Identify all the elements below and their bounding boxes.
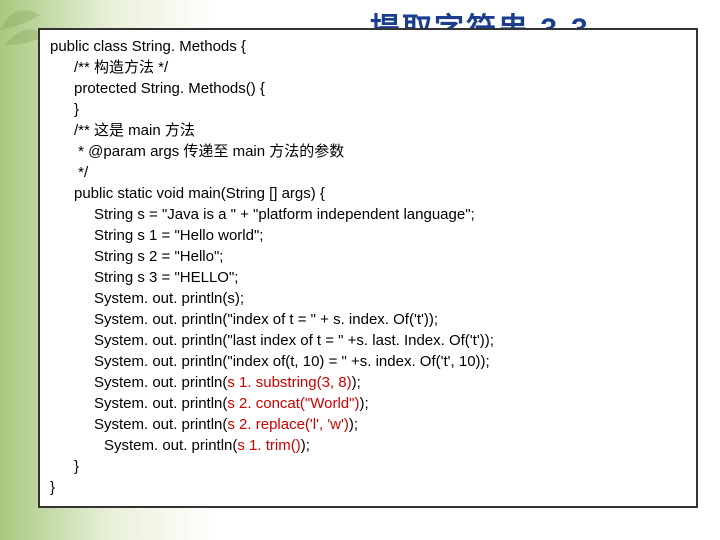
code-line: /** 这是 main 方法	[50, 120, 686, 141]
code-line: */	[50, 162, 686, 183]
highlight-span: s 2. replace('l', 'w')	[227, 416, 349, 433]
code-line: String s 1 = "Hello world";	[50, 225, 686, 246]
code-line: System. out. println(s 1. trim());	[50, 435, 686, 456]
code-line: System. out. println(s 1. substring(3, 8…	[50, 372, 686, 393]
code-line: System. out. println("index of t = " + s…	[50, 309, 686, 330]
code-line: System. out. println(s 2. replace('l', '…	[50, 414, 686, 435]
highlight-span: s 2. concat("World")	[227, 395, 359, 412]
code-block: public class String. Methods {/** 构造方法 *…	[38, 28, 698, 508]
code-line: System. out. println(s);	[50, 288, 686, 309]
code-line: System. out. println("last index of t = …	[50, 330, 686, 351]
code-line: protected String. Methods() {	[50, 78, 686, 99]
code-line: /** 构造方法 */	[50, 57, 686, 78]
code-line: System. out. println(s 2. concat("World"…	[50, 393, 686, 414]
code-content: public class String. Methods {/** 构造方法 *…	[50, 36, 686, 498]
code-line: }	[50, 456, 686, 477]
code-line: String s = "Java is a " + "platform inde…	[50, 204, 686, 225]
code-line: public static void main(String [] args) …	[50, 183, 686, 204]
highlight-span: s 1. trim()	[237, 437, 300, 454]
code-line: * @param args 传递至 main 方法的参数	[50, 141, 686, 162]
code-line: public class String. Methods {	[50, 36, 686, 57]
code-line: String s 2 = "Hello";	[50, 246, 686, 267]
code-line: System. out. println("index of(t, 10) = …	[50, 351, 686, 372]
highlight-span: s 1. substring(3, 8)	[227, 374, 351, 391]
code-line: }	[50, 477, 686, 498]
code-line: String s 3 = "HELLO";	[50, 267, 686, 288]
code-line: }	[50, 99, 686, 120]
